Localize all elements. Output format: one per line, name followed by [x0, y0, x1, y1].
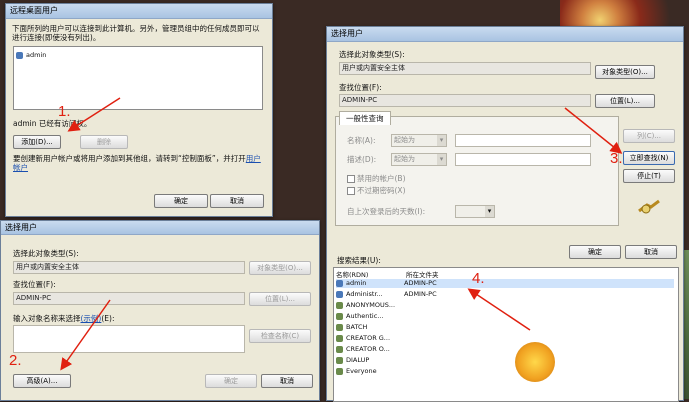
checkbox-box	[347, 187, 355, 195]
user-icon	[336, 290, 343, 298]
group-icon	[336, 356, 343, 364]
table-row[interactable]: BATCH	[336, 323, 674, 332]
location-field: ADMIN-PC	[13, 292, 245, 305]
group-icon	[336, 312, 343, 320]
group-icon	[336, 334, 343, 342]
step-label-3: 3.	[610, 150, 623, 167]
note-text: 要创建新用户帐户或将用户添加到其他组，请转到“控制面板”，并打开	[13, 154, 246, 163]
table-row[interactable]: admin ADMIN-PC	[336, 279, 674, 288]
description-query-input[interactable]	[455, 153, 591, 166]
table-row[interactable]: ANONYMOUS...	[336, 301, 674, 310]
dialog-title: 远程桌面用户	[6, 4, 272, 19]
row-folder: ADMIN-PC	[404, 290, 437, 298]
object-type-field: 用户或内置安全主体	[13, 261, 245, 274]
dialog-description: 下面所列的用户可以连接到此计算机。另外，管理员组中的任何成员即可以进行连接(即使…	[12, 24, 260, 42]
object-names-input[interactable]	[13, 325, 245, 353]
name-query-input[interactable]	[455, 134, 591, 147]
list-item-label: admin	[26, 51, 47, 59]
list-item[interactable]: admin	[16, 51, 46, 60]
cancel-button[interactable]: 取消	[625, 245, 677, 259]
locations-button[interactable]: 位置(L)...	[595, 94, 655, 108]
days-since-logon-select[interactable]	[455, 205, 495, 218]
select-users-dialog-small: 选择用户 选择此对象类型(S): 用户或内置安全主体 对象类型(O)... 查找…	[0, 220, 320, 401]
group-icon	[336, 323, 343, 331]
advanced-button[interactable]: 高级(A)...	[13, 374, 71, 388]
enter-names-text: 输入对象名称来选择	[13, 314, 81, 323]
column-header-folder[interactable]: 所在文件夹	[406, 269, 439, 279]
columns-button[interactable]: 列(C)...	[623, 129, 675, 143]
object-types-button[interactable]: 对象类型(O)...	[249, 261, 311, 275]
enter-names-label: 输入对象名称来选择(示例)(E):	[13, 313, 114, 324]
row-name: CREATOR O...	[346, 345, 390, 353]
cancel-button[interactable]: 取消	[210, 194, 264, 208]
watermark: 飞翔下载 www.52z.com	[515, 340, 675, 390]
tab-common-queries[interactable]: 一般性查询	[339, 111, 391, 125]
dialog-title: 选择用户	[327, 27, 683, 42]
control-panel-note: 要创建新用户帐户或将用户添加到其他组，请转到“控制面板”，并打开用户帐户	[13, 154, 265, 172]
locations-button[interactable]: 位置(L)...	[249, 292, 311, 306]
object-type-label: 选择此对象类型(S):	[339, 50, 405, 59]
remove-button[interactable]: 删除	[80, 135, 128, 149]
find-now-button[interactable]: 立即查找(N)	[623, 151, 675, 165]
watermark-logo-icon	[515, 342, 555, 382]
check-names-button[interactable]: 检查名称(C)	[249, 329, 311, 343]
access-status-text: admin 已经有访问权。	[13, 119, 92, 128]
group-icon	[336, 367, 343, 375]
step-label-2: 2.	[9, 352, 22, 369]
row-folder: ADMIN-PC	[404, 279, 437, 287]
group-icon	[336, 345, 343, 353]
add-button[interactable]: 添加(D)...	[13, 135, 61, 149]
location-label: 查找位置(F):	[339, 83, 382, 92]
location-label: 查找位置(F):	[13, 280, 56, 289]
watermark-url: www.52z.com	[577, 370, 647, 381]
ok-button[interactable]: 确定	[205, 374, 257, 388]
row-name: Administr...	[346, 290, 383, 298]
user-list[interactable]: admin	[13, 46, 263, 110]
examples-link[interactable]: (示例)	[81, 314, 102, 323]
column-header-name[interactable]: 名称(RDN)	[336, 269, 368, 279]
cancel-button[interactable]: 取消	[261, 374, 313, 388]
description-match-select[interactable]: 起始为	[391, 153, 447, 166]
name-label: 名称(A):	[347, 136, 376, 145]
search-results-label: 搜索结果(U):	[337, 256, 381, 265]
ok-button[interactable]: 确定	[569, 245, 621, 259]
non-expiring-password-checkbox[interactable]: 不过期密码(X)	[347, 185, 406, 196]
dialog-title: 选择用户	[1, 221, 319, 235]
row-name: admin	[346, 279, 367, 287]
remote-desktop-users-dialog: 远程桌面用户 下面所列的用户可以连接到此计算机。另外，管理员组中的任何成员即可以…	[5, 3, 273, 217]
ok-button[interactable]: 确定	[154, 194, 208, 208]
description-label: 描述(D):	[347, 155, 377, 164]
group-icon	[336, 301, 343, 309]
row-name: Everyone	[346, 367, 377, 375]
object-type-label: 选择此对象类型(S):	[13, 249, 79, 258]
stop-button[interactable]: 停止(T)	[623, 169, 675, 183]
step-label-4: 4.	[472, 270, 485, 287]
days-since-logon-label: 自上次登录后的天数(I):	[347, 207, 426, 216]
row-name: DIALUP	[346, 356, 370, 364]
checkbox-box	[347, 175, 355, 183]
checkbox-label: 禁用的帐户(B)	[357, 174, 406, 183]
row-name: ANONYMOUS...	[346, 301, 396, 309]
enter-names-suffix: (E):	[101, 314, 115, 323]
row-name: Authentic...	[346, 312, 384, 320]
search-icon	[638, 199, 660, 214]
step-label-1: 1.	[58, 103, 71, 120]
checkbox-label: 不过期密码(X)	[357, 186, 406, 195]
row-name: CREATOR G...	[346, 334, 391, 342]
object-type-field: 用户或内置安全主体	[339, 62, 591, 75]
name-match-select[interactable]: 起始为	[391, 134, 447, 147]
user-icon	[16, 51, 23, 59]
disabled-accounts-checkbox[interactable]: 禁用的帐户(B)	[347, 173, 406, 184]
object-types-button[interactable]: 对象类型(O)...	[595, 65, 655, 79]
location-field: ADMIN-PC	[339, 94, 591, 107]
table-row[interactable]: Authentic...	[336, 312, 674, 321]
user-icon	[336, 279, 343, 287]
row-name: BATCH	[346, 323, 368, 331]
table-row[interactable]: Administr... ADMIN-PC	[336, 290, 674, 299]
